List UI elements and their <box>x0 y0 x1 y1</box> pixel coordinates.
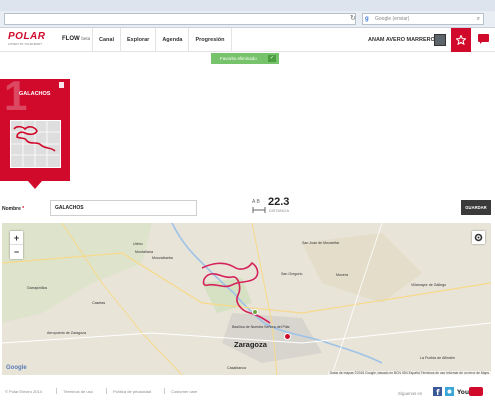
required-mark: * <box>22 206 25 212</box>
footer-privacy-link[interactable]: Política de privacidad <box>113 389 151 394</box>
route-end-marker[interactable] <box>284 333 291 340</box>
check-icon: ✓ <box>268 55 276 62</box>
route-thumbnail-map <box>11 121 60 167</box>
user-name[interactable]: ANAM AVERO MARRERO <box>368 37 435 43</box>
map-town-label: San Gregorio <box>281 272 303 276</box>
footer: © Polar Electro 2014 Términos de uso Pol… <box>0 383 495 400</box>
google-icon: g <box>365 16 369 22</box>
map-settings-button[interactable] <box>472 231 485 244</box>
app-header: POLAR LISTEN TO YOUR BODY FLOW beta Cana… <box>0 28 495 52</box>
map-town-label: La Puebla de Alfindén <box>420 356 455 360</box>
zoom-out-button[interactable]: − <box>10 245 23 259</box>
map-town-label: Garrapinillos <box>27 286 48 290</box>
route-start-marker[interactable] <box>252 309 258 315</box>
follow-label: Síguenos en <box>398 391 423 396</box>
route-thumbnail <box>10 120 61 168</box>
map-town-label: Movera <box>336 273 348 277</box>
map-town-label: Casablanca <box>227 366 246 370</box>
toast-notification: Favorito eliminado ✓ <box>211 53 279 64</box>
footer-divider <box>56 388 57 394</box>
polar-logo[interactable]: POLAR LISTEN TO YOUR BODY <box>8 31 54 47</box>
messages-icon[interactable] <box>478 34 489 44</box>
browser-tabstrip <box>0 0 495 11</box>
nav-item-explorar[interactable]: Explorar <box>119 28 155 52</box>
trash-icon[interactable] <box>59 82 64 88</box>
map-town-label: San Juan de Mozarrifar <box>302 241 340 245</box>
distance-ab-label: A B <box>252 199 260 205</box>
footer-copyright: © Polar Electro 2014 <box>5 389 42 394</box>
map-city-label: Zaragoza <box>234 340 267 349</box>
nav-item-canal[interactable]: Canal <box>92 28 120 52</box>
distance-ab-icon <box>252 207 266 213</box>
facebook-icon[interactable]: f <box>433 387 442 396</box>
svg-text:You: You <box>457 389 469 396</box>
route-card[interactable]: 1 GALACHOS <box>0 75 70 189</box>
youtube-icon[interactable]: You <box>457 387 483 396</box>
avatar[interactable] <box>434 34 446 46</box>
flow-beta-badge: beta <box>81 36 91 41</box>
distance-value: 22.3 <box>268 196 290 208</box>
route-name-input[interactable]: GALACHOS <box>50 200 197 216</box>
refresh-icon[interactable]: ↻ <box>350 14 356 22</box>
footer-divider <box>106 388 107 394</box>
name-label-text: Nombre <box>2 206 21 212</box>
map-town-label: Villamayor de Gállego <box>411 283 447 287</box>
address-bar[interactable] <box>4 13 356 25</box>
browser-search-input[interactable]: g Google (enviar) ⌕ <box>362 13 484 25</box>
footer-terms-link[interactable]: Términos de uso <box>63 389 93 394</box>
toast-text: Favorito eliminado <box>220 56 257 61</box>
logo-text: POLAR <box>8 31 46 42</box>
map-town-label: Monzalbarba <box>152 256 173 260</box>
save-button[interactable]: GUARDAR <box>461 200 491 215</box>
distance-label: DISTANCIA <box>269 209 289 213</box>
star-icon <box>456 35 466 45</box>
route-map[interactable]: Montañana San Juan de Mozarrifar San Gre… <box>2 223 491 375</box>
map-town-label: Utebo <box>133 242 143 246</box>
map-town-label: Montañana <box>135 250 153 254</box>
map-town-label: Basílica de Nuestra Señora del Pilar <box>232 325 290 329</box>
search-icon[interactable]: ⌕ <box>477 14 480 25</box>
route-title: GALACHOS <box>19 91 51 97</box>
favorites-button[interactable] <box>451 28 471 52</box>
google-logo: Google <box>6 365 27 371</box>
nav-item-progresion[interactable]: Progresión <box>188 28 232 52</box>
footer-divider <box>164 388 165 394</box>
name-label: Nombre * <box>2 206 24 212</box>
twitter-icon[interactable] <box>445 387 454 396</box>
browser-search-placeholder: Google (enviar) <box>375 16 410 22</box>
zoom-in-button[interactable]: + <box>10 231 23 245</box>
footer-customer-care-link[interactable]: Customer care <box>171 389 197 394</box>
main-nav: Canal Explorar Agenda Progresión <box>92 28 232 52</box>
flow-label: FLOW beta <box>62 36 90 42</box>
browser-toolbar: ↻ g Google (enviar) ⌕ <box>0 0 495 28</box>
flow-text: FLOW <box>62 36 80 42</box>
logo-tagline: LISTEN TO YOUR BODY <box>8 42 43 46</box>
map-town-label: Casetas <box>92 301 106 305</box>
gear-icon <box>474 233 483 242</box>
nav-item-agenda[interactable]: Agenda <box>155 28 188 52</box>
map-town-label: Aeropuerto de Zaragoza <box>47 331 86 335</box>
map-attribution[interactable]: Datos de mapas ©2015 Google, basado en B… <box>327 371 491 375</box>
map-canvas <box>2 223 491 375</box>
map-zoom-control: + − <box>10 231 23 259</box>
